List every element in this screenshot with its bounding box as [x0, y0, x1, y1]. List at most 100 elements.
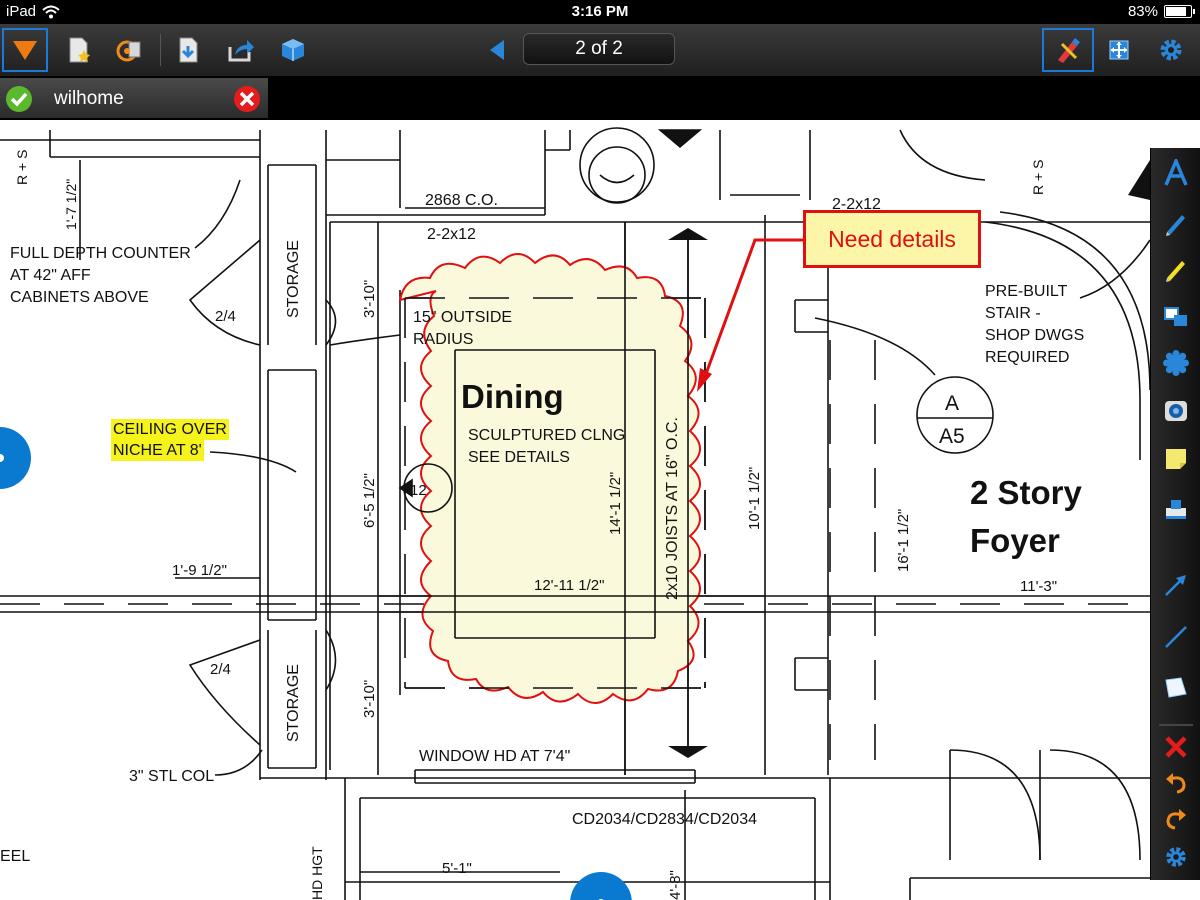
counter-note-line3: CABINETS ABOVE — [10, 289, 149, 306]
cube-icon — [282, 39, 304, 61]
checkmark-icon — [6, 86, 32, 112]
sync-button[interactable] — [106, 28, 152, 72]
highlight-markup-line1[interactable]: CEILING OVER — [111, 419, 229, 440]
dimension-label: 1'-7 1/2" — [63, 179, 79, 230]
radius-note-line1: 15" OUTSIDE — [413, 309, 512, 326]
partial-label: HD HGT — [309, 846, 325, 900]
counter-note-line2: AT 42" AFF — [10, 267, 91, 284]
pen-icon — [1166, 215, 1185, 236]
toolbar-separator — [1159, 724, 1193, 726]
markup-settings-button[interactable] — [1156, 838, 1196, 876]
camera-tool-button[interactable] — [1156, 392, 1196, 430]
new-document-icon — [69, 37, 90, 63]
dimension-label: 5'-1" — [442, 860, 472, 877]
gear-icon — [1160, 39, 1182, 61]
room-label-foyer-line1: 2 Story — [970, 474, 1083, 511]
door-size-label: 2/4 — [210, 661, 231, 678]
pan-zoom-button[interactable] — [1096, 28, 1142, 72]
highlight-markup-line2[interactable]: NICHE AT 8' — [111, 440, 204, 461]
shapes-icon — [1164, 307, 1187, 326]
delete-x-icon — [1165, 736, 1187, 758]
status-bar: iPad 3:16 PM 83% — [0, 0, 1200, 24]
column-note: 3" STL COL — [129, 768, 214, 785]
redo-icon — [1166, 809, 1186, 830]
sticky-note-icon — [1166, 449, 1186, 469]
stair-note-line3: SHOP DWGS — [985, 327, 1084, 344]
highlighter-icon — [1166, 261, 1185, 282]
dimension-label: 11'-3" — [1020, 578, 1057, 595]
rod-shelf-label: R + S — [1030, 160, 1046, 195]
main-toolbar: 2 of 2 — [0, 24, 1200, 77]
cloud-tool-button[interactable] — [1156, 344, 1196, 382]
storage-label: STORAGE — [285, 664, 302, 742]
document-tab-label: wilhome — [54, 88, 124, 109]
window-header-note: WINDOW HD AT 7'4" — [419, 748, 570, 765]
delete-markup-button[interactable] — [1156, 728, 1196, 766]
arrow-icon — [1165, 575, 1186, 596]
ceiling-note-line2: SEE DETAILS — [468, 449, 570, 466]
menu-dropdown-button[interactable] — [2, 28, 48, 72]
callout-markup[interactable]: Need details — [803, 210, 981, 268]
triangle-down-icon — [13, 41, 37, 60]
battery-fill — [1166, 7, 1186, 16]
line-tool-button[interactable] — [1156, 618, 1196, 656]
undo-button[interactable] — [1156, 764, 1196, 802]
document-tab-bar: wilhome — [0, 76, 1200, 120]
drawing-canvas[interactable]: FULL DEPTH COUNTER AT 42" AFF CABINETS A… — [0, 120, 1200, 900]
stair-note-line1: PRE-BUILT — [985, 283, 1068, 300]
markup-toolbar — [1150, 148, 1200, 880]
text-a-icon — [1164, 159, 1188, 186]
door-size-label: 2/4 — [215, 308, 236, 325]
clock: 3:16 PM — [571, 3, 629, 20]
markup-pen-icon — [1058, 38, 1080, 63]
document-tab[interactable]: wilhome — [0, 78, 268, 118]
undo-icon — [1166, 773, 1186, 794]
chevron-left-icon — [490, 40, 504, 60]
stair-note-line4: REQUIRED — [985, 349, 1069, 366]
room-label-dining: Dining — [461, 378, 564, 415]
battery-icon — [1164, 5, 1195, 18]
dimension-label: 12'-11 1/2" — [534, 577, 604, 594]
note-tool-button[interactable] — [1156, 440, 1196, 478]
new-document-button[interactable] — [56, 28, 102, 72]
joist-note: 2x10 JOISTS AT 16" O.C. — [664, 417, 681, 600]
close-icon[interactable] — [233, 85, 261, 113]
detail-tag-label: 12 — [410, 482, 427, 499]
sync-icon — [116, 40, 141, 62]
dimension-label: 1'-9 1/2" — [172, 562, 227, 579]
dimension-label: 3'-10" — [361, 280, 378, 318]
camera-icon — [1165, 401, 1187, 421]
redo-button[interactable] — [1156, 800, 1196, 838]
markup-tools-button[interactable] — [1042, 28, 1094, 72]
cloud-icon — [1163, 350, 1189, 376]
share-icon — [228, 40, 254, 62]
highlighter-tool-button[interactable] — [1156, 250, 1196, 288]
arrow-marker — [1128, 160, 1150, 200]
radius-note-line2: RADIUS — [413, 331, 473, 348]
dimension-label: 4'-8" — [667, 870, 684, 900]
dimension-label: 16'-1 1/2" — [895, 509, 912, 572]
previous-page-button[interactable] — [474, 28, 520, 72]
door-label: 2868 C.O. — [425, 192, 498, 209]
eraser-tool-button[interactable] — [1156, 668, 1196, 706]
save-pdf-button[interactable] — [166, 28, 212, 72]
arrow-tool-button[interactable] — [1156, 566, 1196, 604]
dimension-label: 6'-5 1/2" — [361, 473, 378, 528]
model-view-button[interactable] — [270, 28, 316, 72]
line-icon — [1165, 626, 1187, 648]
pen-tool-button[interactable] — [1156, 204, 1196, 242]
page-indicator[interactable]: 2 of 2 — [523, 33, 675, 65]
settings-button[interactable] — [1148, 28, 1194, 72]
text-tool-button[interactable] — [1156, 154, 1196, 192]
dimension-label: 3'-10" — [361, 680, 378, 718]
battery-percent: 83% — [1127, 3, 1158, 20]
toolbar-separator — [160, 34, 161, 66]
room-label-foyer-line2: Foyer — [970, 522, 1060, 559]
shapes-tool-button[interactable] — [1156, 298, 1196, 336]
ceiling-note-line1: SCULPTURED CLNG — [468, 427, 625, 444]
stamp-tool-button[interactable] — [1156, 490, 1196, 528]
window-schedule-label: CD2034/CD2834/CD2034 — [572, 811, 757, 828]
dimension-label: 14'-1 1/2" — [607, 472, 624, 535]
storage-label: STORAGE — [285, 240, 302, 318]
share-button[interactable] — [218, 28, 264, 72]
